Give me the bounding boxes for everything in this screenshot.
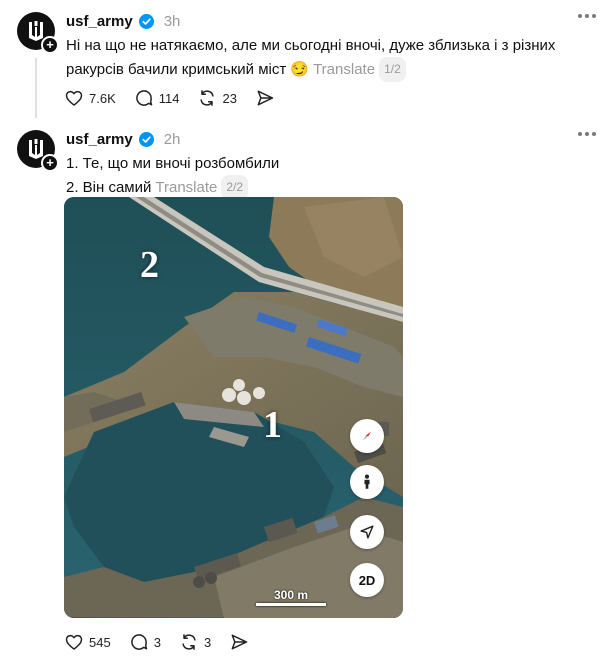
- post-line-2: 2. Він самий: [66, 179, 152, 196]
- more-horizontal-icon[interactable]: [578, 14, 596, 18]
- post-text: Ні на що не натякаємо, але ми сьогодні в…: [66, 34, 586, 82]
- like-count: 545: [89, 634, 111, 650]
- repost-button[interactable]: 23: [197, 88, 237, 108]
- comment-bubble-icon: [135, 90, 152, 106]
- thread-connector: [35, 58, 37, 118]
- person-icon: [364, 474, 370, 489]
- post-line-1: 1. Те, що ми вночі розбомбили: [66, 155, 280, 172]
- share-button[interactable]: [255, 88, 275, 108]
- share-button[interactable]: [229, 632, 249, 652]
- avatar[interactable]: +: [17, 12, 59, 54]
- send-icon: [231, 634, 248, 650]
- comment-bubble-icon: [130, 634, 147, 650]
- satellite-map-image: [64, 197, 403, 618]
- compass-button[interactable]: [350, 419, 384, 453]
- comment-count: 114: [158, 90, 180, 106]
- post-text: 1. Те, що ми вночі розбомбили 2. Він сам…: [66, 152, 586, 200]
- repost-button[interactable]: 3: [179, 632, 211, 652]
- more-horizontal-icon[interactable]: [578, 132, 596, 136]
- repost-count: 23: [222, 90, 237, 106]
- post-time: 3h: [163, 12, 181, 30]
- comment-count: 3: [153, 634, 161, 650]
- like-button[interactable]: 545: [64, 632, 111, 652]
- map-label-one: 1: [263, 404, 282, 446]
- view-mode-label: 2D: [358, 572, 376, 588]
- scale-bar: [256, 603, 326, 606]
- street-view-button[interactable]: [350, 465, 384, 499]
- map-scale: 300 m: [256, 588, 326, 606]
- comment-button[interactable]: 114: [134, 88, 180, 108]
- navigation-arrow-icon: [360, 525, 374, 539]
- translate-link[interactable]: Translate: [155, 179, 217, 196]
- repost-icon: [182, 634, 196, 650]
- scale-label: 300 m: [273, 588, 309, 602]
- action-bar: 545 3 3: [64, 632, 267, 652]
- follow-plus-icon[interactable]: +: [41, 154, 59, 172]
- verified-badge-icon: [138, 13, 154, 29]
- post-time: 2h: [163, 130, 181, 148]
- verified-badge-icon: [138, 131, 154, 147]
- thread-post: + usf_army 2h 1. Те, що ми вночі розбомб…: [0, 118, 610, 662]
- page-indicator: 1/2: [379, 57, 406, 82]
- map-label-two: 2: [140, 244, 159, 286]
- comment-button[interactable]: 3: [129, 632, 161, 652]
- username[interactable]: usf_army: [66, 13, 133, 30]
- thread-post: + usf_army 3h Ні на що не натякаємо, але…: [0, 0, 610, 118]
- translate-link[interactable]: Translate: [313, 61, 375, 78]
- locate-button[interactable]: [350, 515, 384, 549]
- username[interactable]: usf_army: [66, 131, 133, 148]
- view-mode-2d-button[interactable]: 2D: [350, 563, 384, 597]
- repost-count: 3: [203, 634, 212, 650]
- avatar[interactable]: +: [17, 130, 59, 172]
- post-body: Ні на що не натякаємо, але ми сьогодні в…: [66, 37, 556, 78]
- follow-plus-icon[interactable]: +: [41, 36, 59, 54]
- map-screenshot[interactable]: 2 1 2D 300 m: [64, 197, 403, 618]
- action-bar: 7.6K 114 23: [64, 88, 293, 108]
- compass-icon: [362, 431, 372, 441]
- heart-icon: [65, 90, 83, 106]
- send-icon: [257, 90, 274, 106]
- repost-icon: [200, 90, 215, 106]
- like-count: 7.6K: [89, 90, 116, 106]
- like-button[interactable]: 7.6K: [64, 88, 116, 108]
- heart-icon: [65, 634, 83, 650]
